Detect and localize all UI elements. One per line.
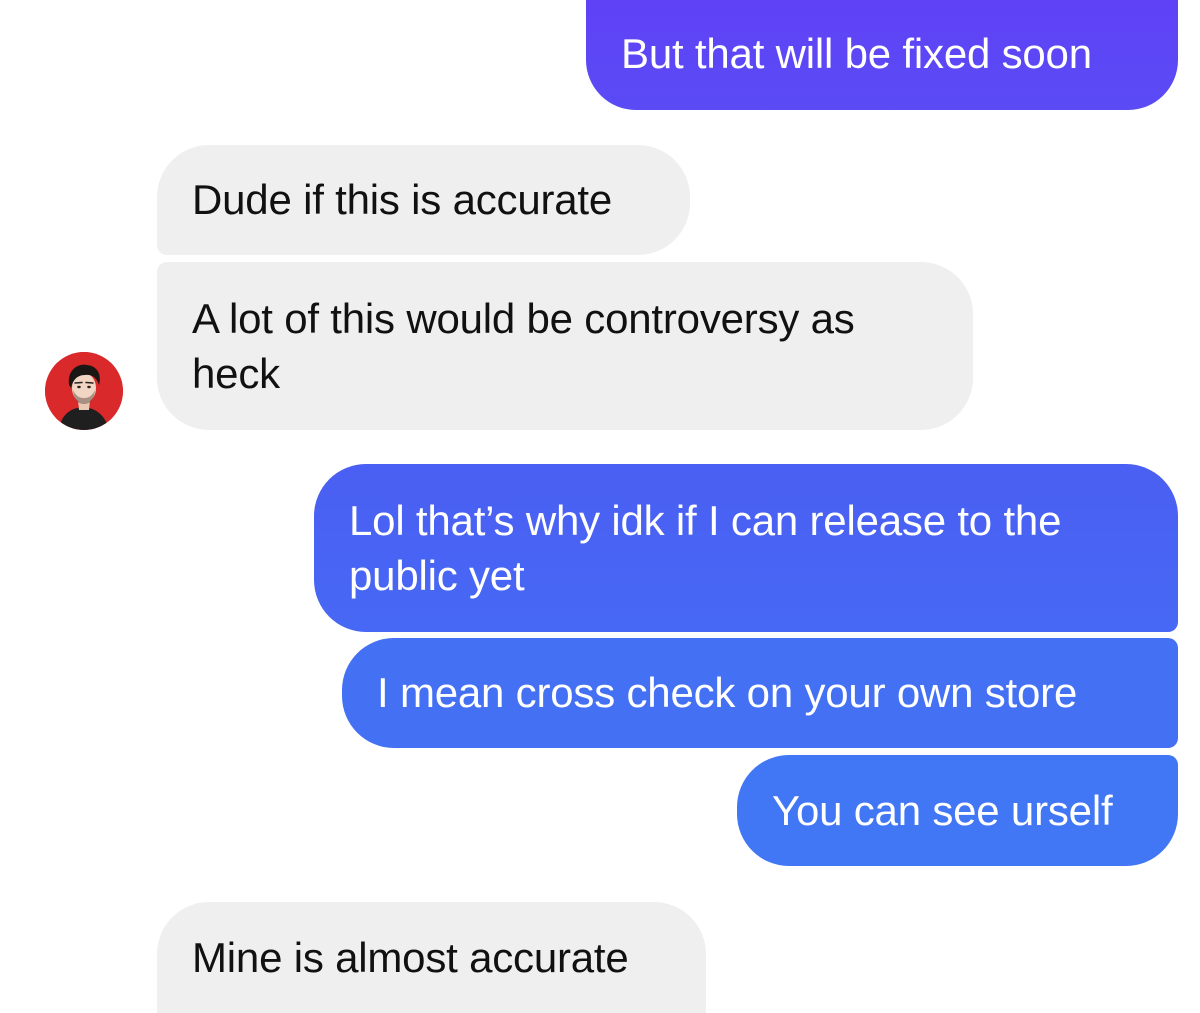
message-text: But that will be fixed soon bbox=[621, 30, 1092, 77]
message-text: A lot of this would be controversy as he… bbox=[192, 295, 855, 397]
outgoing-message-bubble[interactable]: I mean cross check on your own store bbox=[342, 638, 1178, 748]
incoming-message-bubble[interactable]: A lot of this would be controversy as he… bbox=[157, 262, 973, 430]
message-thread: But that will be fixed soon Dude if this… bbox=[0, 0, 1200, 1013]
message-text: Mine is almost accurate bbox=[192, 934, 629, 981]
outgoing-message-bubble[interactable]: But that will be fixed soon bbox=[586, 0, 1178, 110]
message-text: You can see urself bbox=[772, 787, 1113, 834]
message-text: I mean cross check on your own store bbox=[377, 669, 1078, 716]
message-text: Dude if this is accurate bbox=[192, 176, 613, 223]
incoming-message-bubble[interactable]: Dude if this is accurate bbox=[157, 145, 690, 255]
message-text: Lol that’s why idk if I can release to t… bbox=[349, 497, 1062, 599]
outgoing-message-bubble[interactable]: Lol that’s why idk if I can release to t… bbox=[314, 464, 1178, 632]
incoming-message-bubble[interactable]: Mine is almost accurate bbox=[157, 902, 706, 1013]
sender-avatar[interactable] bbox=[45, 352, 123, 430]
outgoing-message-bubble[interactable]: You can see urself bbox=[737, 755, 1178, 866]
person-portrait-icon bbox=[45, 352, 123, 430]
